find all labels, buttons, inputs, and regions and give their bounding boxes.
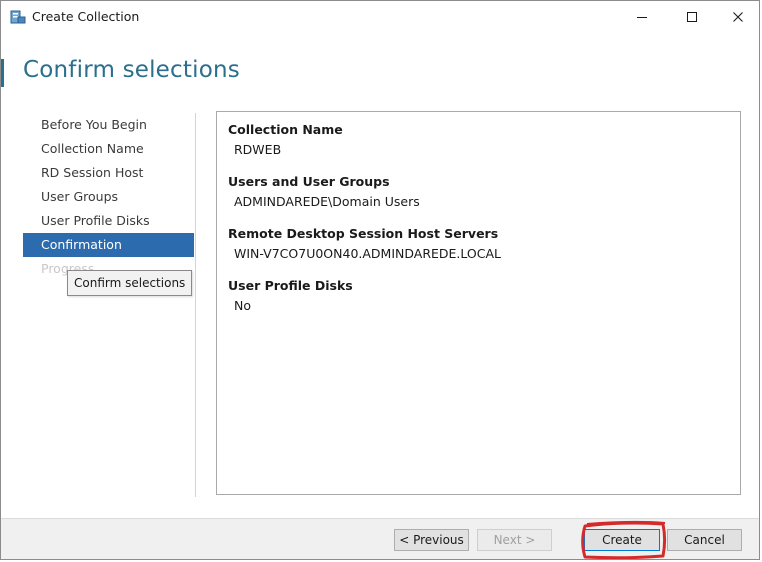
section-value: No	[234, 298, 251, 313]
section-value: WIN-V7CO7U0ON40.ADMINDAREDE.LOCAL	[234, 246, 502, 261]
title-bar[interactable]: Create Collection	[1, 1, 759, 33]
section-label: Users and User Groups	[228, 174, 390, 189]
nav-item-confirmation[interactable]: Confirmation	[23, 233, 194, 257]
page-title: Confirm selections	[23, 57, 240, 83]
minimize-button[interactable]	[619, 1, 665, 33]
summary-section-user-groups: Users and User Groups ADMINDAREDE\Domain…	[228, 174, 420, 209]
nav-item-rd-session-host[interactable]: RD Session Host	[23, 161, 194, 185]
nav-item-user-profile-disks[interactable]: User Profile Disks	[23, 209, 194, 233]
section-label: User Profile Disks	[228, 278, 353, 293]
section-value: ADMINDAREDE\Domain Users	[234, 194, 420, 209]
previous-button[interactable]: < Previous	[394, 529, 469, 551]
summary-section-session-host-servers: Remote Desktop Session Host Servers WIN-…	[228, 226, 501, 261]
close-icon	[733, 12, 743, 22]
maximize-button[interactable]	[669, 1, 715, 33]
section-value: RDWEB	[234, 142, 282, 157]
next-button: Next >	[477, 529, 552, 551]
create-collection-window: Create Collection Confirm selections Bef…	[0, 0, 760, 560]
minimize-icon	[637, 17, 647, 18]
summary-section-collection-name: Collection Name RDWEB	[228, 122, 343, 157]
create-button[interactable]: Create	[584, 529, 660, 551]
heading-accent-bar	[1, 59, 4, 87]
tooltip: Confirm selections	[67, 270, 193, 296]
button-bar: < Previous Next > Create Cancel	[1, 518, 759, 559]
nav-item-user-groups[interactable]: User Groups	[23, 185, 194, 209]
cancel-button[interactable]: Cancel	[667, 529, 742, 551]
server-manager-icon	[10, 9, 26, 25]
section-label: Collection Name	[228, 122, 343, 137]
section-label: Remote Desktop Session Host Servers	[228, 226, 499, 241]
nav-item-before-you-begin[interactable]: Before You Begin	[23, 113, 194, 137]
maximize-icon	[687, 12, 697, 22]
confirmation-panel: Collection Name RDWEB Users and User Gro…	[216, 111, 741, 495]
window-title: Create Collection	[32, 9, 140, 24]
wizard-nav: Before You Begin Collection Name RD Sess…	[23, 113, 194, 281]
nav-item-collection-name[interactable]: Collection Name	[23, 137, 194, 161]
summary-section-user-profile-disks: User Profile Disks No	[228, 278, 353, 313]
nav-divider	[195, 113, 196, 497]
close-button[interactable]	[715, 1, 759, 33]
